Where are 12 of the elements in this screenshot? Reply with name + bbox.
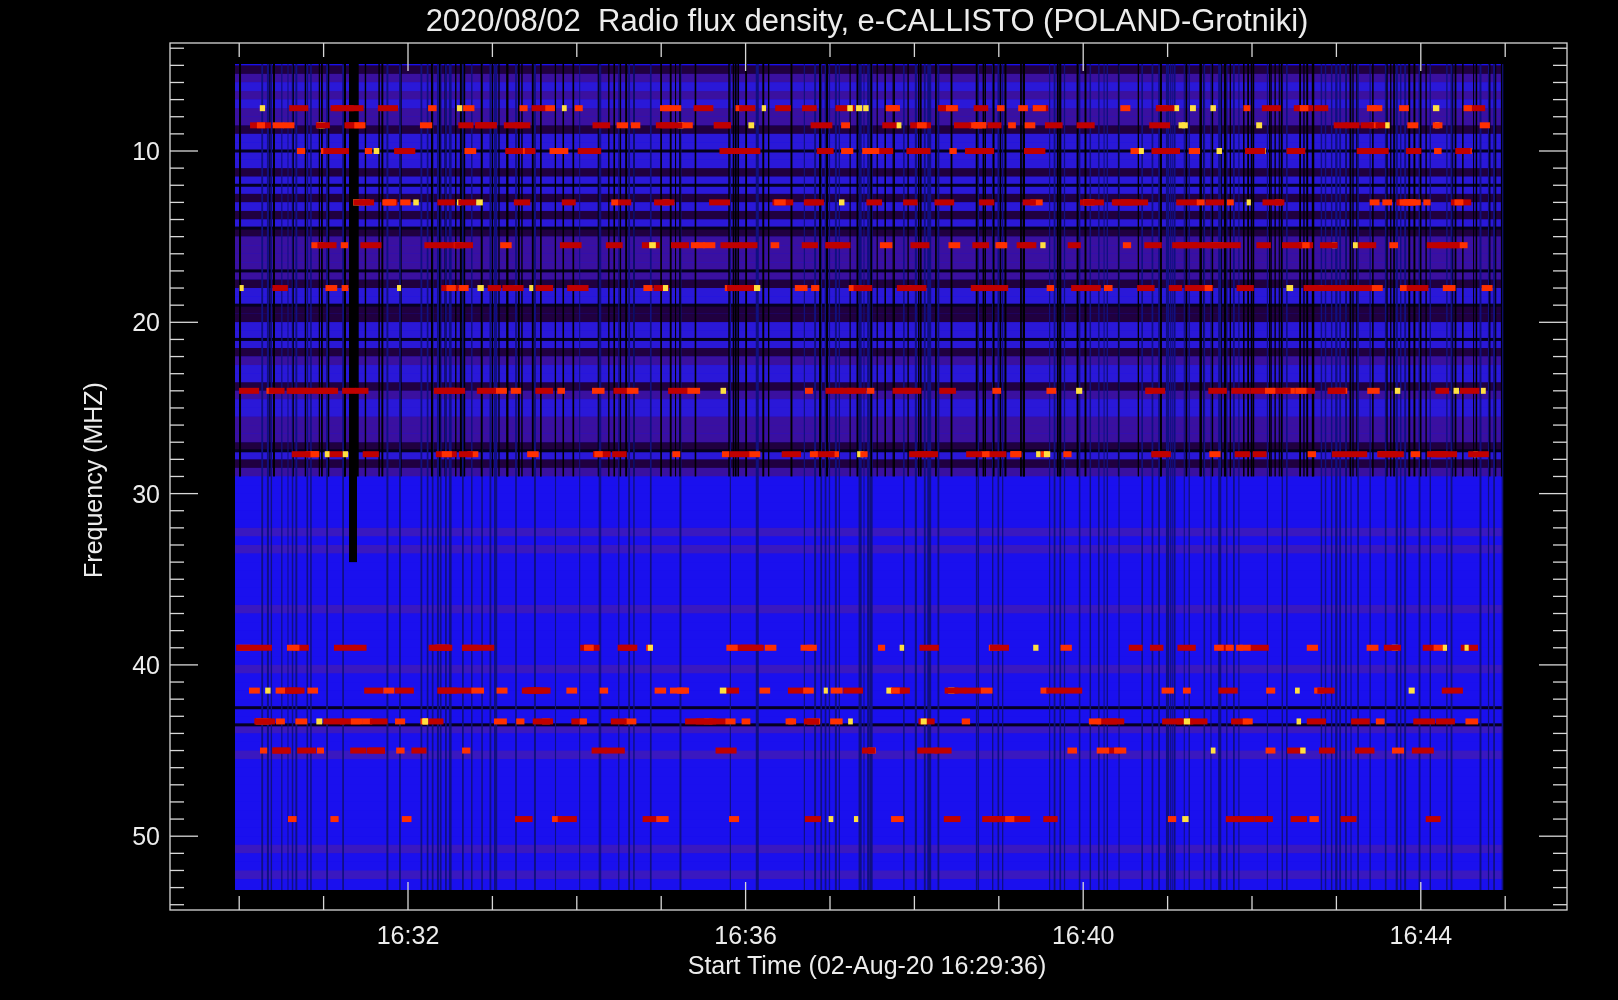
axis-tick-label: 30 [132,479,160,508]
axis-tick-label: 50 [132,822,160,851]
axis-tick-label: 16:32 [376,921,440,949]
axis-tick-label: 20 [132,308,160,337]
axis-tick-label: 40 [132,650,160,679]
axis-tick-label: 16:44 [1389,921,1453,949]
plot-title: 2020/08/02 Radio flux density, e-CALLISTO (POLAND-Grotniki) [425,3,1309,38]
axis-tick-label: 16:40 [1051,921,1115,949]
axis-title: Frequency (MHZ) [79,382,107,578]
axis-tick-label: 16:36 [714,921,777,949]
axis-tick-label: 10 [132,137,160,165]
axis-title: Start Time (02-Aug-20 16:29:36) [687,951,1047,979]
